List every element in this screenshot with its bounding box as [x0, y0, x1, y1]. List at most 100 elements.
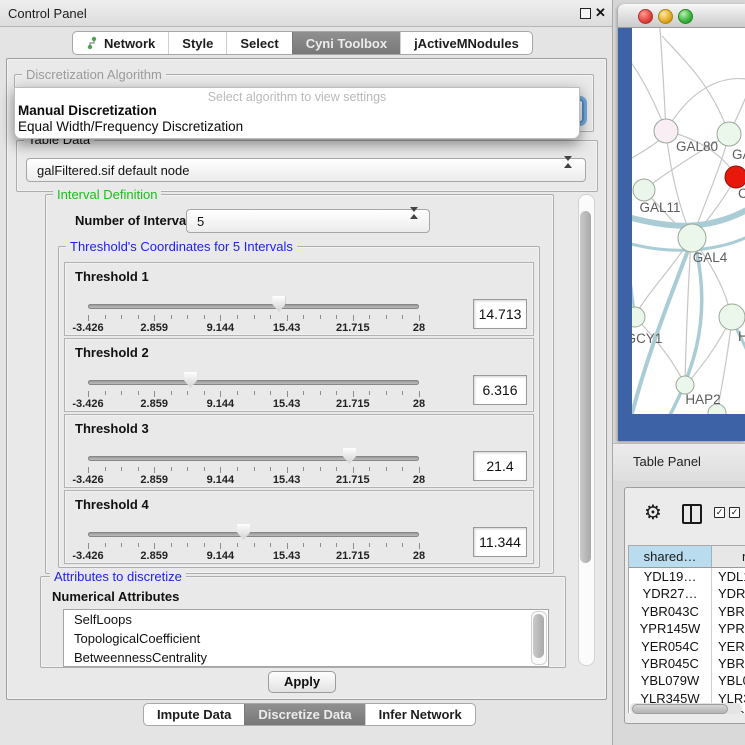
numerical-attributes-list[interactable]: SelfLoopsTopologicalCoefficientBetweenne… — [63, 609, 549, 667]
attribute-list-item[interactable]: TopologicalCoefficient — [64, 629, 548, 648]
top-tab-bar: NetworkStyleSelectCyni ToolboxjActiveMNo… — [72, 31, 533, 55]
thresholds-group-title: Threshold's Coordinates for 5 Intervals — [66, 240, 297, 253]
minimize-traffic-light-icon[interactable] — [658, 9, 673, 24]
cell-name[interactable]: YBR0 — [718, 603, 745, 620]
screen: Control Panel ✕ NetworkStyleSelectCyni T… — [0, 0, 745, 745]
attributes-list-scrollbar[interactable] — [531, 611, 547, 665]
slider-tick — [88, 315, 89, 321]
tab-infer-network[interactable]: Infer Network — [365, 704, 475, 725]
threshold-value-field[interactable]: 6.316 — [473, 375, 527, 405]
cell-shared-name[interactable]: YBR045C — [629, 655, 712, 672]
table-row[interactable]: YBR045C YBR0 — [629, 655, 745, 672]
slider-tick — [105, 467, 106, 471]
slider-thumb[interactable] — [184, 372, 197, 388]
scrollbar-thumb[interactable] — [580, 211, 591, 563]
scale-label: -3.426 — [72, 474, 103, 486]
cell-name[interactable]: YDR2 — [718, 585, 745, 602]
table-horizontal-scrollbar[interactable] — [630, 703, 742, 714]
scale-label: 15.43 — [273, 398, 301, 410]
table-row[interactable]: YDL19… YDL1 — [629, 568, 745, 585]
table-row[interactable]: YPR145W YPR1 — [629, 620, 745, 637]
threshold-value-field[interactable]: 14.713 — [473, 299, 527, 329]
network-canvas[interactable]: GAL80GACGAL11GAL4GCY1HHAP2 — [632, 28, 745, 414]
tab-cyni-toolbox[interactable]: Cyni Toolbox — [292, 32, 400, 54]
slider-tick — [105, 315, 106, 319]
cell-name[interactable]: YPR1 — [718, 620, 745, 637]
column-header-shared-name[interactable]: shared… — [629, 546, 712, 567]
dropdown-option-manual[interactable]: Manual Discretization — [18, 103, 157, 118]
num-intervals-combobox[interactable]: 5 — [186, 209, 430, 233]
table-row[interactable]: YDR27… YDR2 — [629, 585, 745, 602]
column-header-name[interactable]: n — [712, 546, 745, 567]
network-icon — [86, 36, 99, 50]
threshold-row: Threshold 1-3.4262.8599.14415.4321.71528… — [64, 262, 534, 336]
threshold-label: Threshold 2 — [75, 345, 149, 360]
slider-tick — [336, 543, 337, 547]
network-window-titlebar[interactable] — [618, 4, 745, 28]
slider-track[interactable] — [88, 532, 419, 537]
slider-track[interactable] — [88, 456, 419, 461]
apply-button[interactable]: Apply — [268, 671, 336, 693]
tab-discretize-data[interactable]: Discretize Data — [244, 704, 364, 725]
close-icon[interactable]: ✕ — [595, 5, 606, 21]
table-data-combobox[interactable]: galFiltered.sif default node — [26, 158, 586, 182]
slider-track[interactable] — [88, 304, 419, 309]
table-row[interactable]: YBR043C YBR0 — [629, 603, 745, 620]
slider-thumb[interactable] — [272, 296, 285, 312]
cell-name[interactable]: YBL0 — [718, 672, 745, 689]
algorithm-dropdown-popup: Select algorithm to view settings Manual… — [14, 87, 580, 139]
gear-icon[interactable]: ⚙ — [644, 500, 662, 525]
dropdown-option-equal-width[interactable]: Equal Width/Frequency Discretization — [18, 119, 243, 134]
tab-style[interactable]: Style — [168, 32, 226, 54]
table-row[interactable]: YBL079W YBL0 — [629, 672, 745, 689]
cell-shared-name[interactable]: YBR043C — [629, 603, 712, 620]
graph-node[interactable] — [719, 304, 745, 330]
table-row[interactable]: YER054C YER0 — [629, 638, 745, 655]
graph-node[interactable] — [654, 119, 678, 143]
slider-tick — [419, 543, 420, 549]
cell-shared-name[interactable]: YDL19… — [629, 568, 712, 585]
graph-node[interactable] — [725, 166, 745, 188]
slider-tick — [171, 315, 172, 319]
slider-tick — [369, 543, 370, 547]
cell-shared-name[interactable]: YBL079W — [629, 672, 712, 689]
threshold-value-field[interactable]: 21.4 — [473, 451, 527, 481]
slider-tick — [138, 467, 139, 471]
tab-jactivemnodules[interactable]: jActiveMNodules — [400, 32, 532, 54]
slider-thumb[interactable] — [237, 524, 250, 540]
float-window-icon[interactable] — [580, 8, 591, 19]
network-view-window: GAL80GACGAL11GAL4GCY1HHAP2 — [618, 4, 745, 441]
tab-impute-data[interactable]: Impute Data — [144, 704, 244, 725]
threshold-value-field[interactable]: 11.344 — [473, 527, 527, 557]
slider-track[interactable] — [88, 380, 419, 385]
cell-name[interactable]: YER0 — [718, 638, 745, 655]
attribute-list-item[interactable]: SelfLoops — [64, 610, 548, 629]
graph-node[interactable] — [633, 179, 655, 201]
graph-node[interactable] — [632, 307, 645, 327]
checkbox-icon[interactable]: ✓ — [714, 507, 725, 518]
cell-shared-name[interactable]: YPR145W — [629, 620, 712, 637]
slider-thumb[interactable] — [343, 448, 356, 464]
scrollbar-thumb[interactable] — [632, 704, 728, 714]
slider-tick — [303, 467, 304, 471]
slider-tick — [419, 315, 420, 321]
cell-shared-name[interactable]: YDR27… — [629, 585, 712, 602]
scrollbar-thumb[interactable] — [533, 614, 544, 658]
cell-shared-name[interactable]: YER054C — [629, 638, 712, 655]
columns-icon[interactable] — [682, 504, 702, 524]
table-panel-title: Table Panel — [633, 454, 701, 469]
settings-scrollbar[interactable] — [578, 194, 595, 666]
tab-network[interactable]: Network — [73, 32, 168, 54]
checkbox-icon[interactable]: ✓ — [729, 507, 740, 518]
graph-node[interactable] — [717, 122, 741, 146]
zoom-traffic-light-icon[interactable] — [678, 9, 693, 24]
graph-node[interactable] — [678, 224, 706, 252]
scale-label: 9.144 — [207, 550, 235, 562]
slider-tick — [353, 543, 354, 549]
cell-name[interactable]: YBR0 — [718, 655, 745, 672]
cell-name[interactable]: YDL1 — [718, 568, 745, 585]
close-traffic-light-icon[interactable] — [638, 9, 653, 24]
tab-select[interactable]: Select — [226, 32, 291, 54]
graph-node-label: GAL11 — [639, 200, 680, 215]
attribute-list-item[interactable]: BetweennessCentrality — [64, 648, 548, 667]
